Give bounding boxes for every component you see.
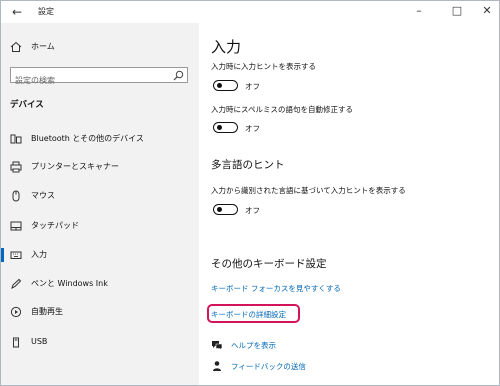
section-heading-devices: デバイス [10, 100, 44, 110]
sidebar-item-touchpad[interactable]: タッチパッド [1, 216, 199, 236]
search-box[interactable] [10, 67, 188, 88]
sidebar-item-usb[interactable]: USB [1, 333, 199, 353]
toggle-state-label: オフ [245, 82, 260, 91]
page-title: 入力 [211, 38, 242, 56]
feedback-icon [213, 361, 221, 371]
sidebar-item-label: 入力 [31, 250, 47, 259]
keyboard-icon [9, 248, 23, 262]
autoplay-icon [9, 305, 23, 319]
title-bar: ← 設定 – □ ✕ [1, 1, 499, 23]
toggle-knob [217, 83, 222, 88]
sidebar-item-label: 自動再生 [31, 307, 63, 316]
bluetooth-devices-icon [9, 132, 23, 146]
search-input[interactable] [11, 73, 161, 88]
touchpad-icon [9, 219, 23, 233]
sidebar-item-printers[interactable]: プリンターとスキャナー [1, 157, 199, 177]
help-icon [212, 341, 223, 351]
sidebar-item-label: Bluetooth とその他のデバイス [31, 134, 144, 143]
minimize-icon[interactable]: – [411, 4, 427, 18]
toggle-autocorrect[interactable] [213, 122, 238, 133]
feedback-label: フィードバックの送信 [231, 362, 306, 371]
toggle-typing-hints[interactable] [213, 80, 238, 91]
toggle-knob [217, 125, 222, 130]
sidebar-item-mouse[interactable]: マウス [1, 186, 199, 206]
sidebar-item-typing[interactable]: 入力 [1, 245, 199, 265]
sidebar-item-label: ペンと Windows Ink [31, 279, 108, 288]
option-label-autocorrect: 入力時にスペルミスの語句を自動修正する [211, 105, 353, 114]
sidebar-item-autoplay[interactable]: 自動再生 [1, 302, 199, 322]
window-title: 設定 [38, 7, 54, 16]
back-arrow-icon[interactable]: ← [9, 5, 25, 19]
toggle-state-label: オフ [245, 124, 260, 133]
sidebar-item-home[interactable]: ホーム [1, 37, 199, 57]
main-content: 入力 入力時に入力ヒントを表示する オフ 入力時にスペルミスの語句を自動修正する… [199, 23, 499, 385]
toggle-knob [217, 207, 222, 212]
maximize-icon[interactable]: □ [449, 4, 465, 18]
printer-icon [9, 160, 23, 174]
search-icon[interactable] [173, 70, 184, 81]
home-icon [9, 40, 23, 54]
sidebar-item-label: USB [31, 337, 48, 346]
usb-icon [9, 336, 23, 350]
sidebar-item-bluetooth[interactable]: Bluetooth とその他のデバイス [1, 129, 199, 149]
option-label-multilingual: 入力から識別された言語に基づいて入力ヒントを表示する [211, 186, 406, 195]
pen-icon [9, 277, 23, 291]
sidebar: ホーム デバイス Bluetooth とその他のデバイス プリンターとスキャナー… [1, 23, 199, 385]
toggle-multilingual[interactable] [213, 204, 238, 215]
settings-window: ← 設定 – □ ✕ ホーム デバイス Bluetooth とその他のデバイス [0, 0, 500, 386]
sidebar-item-label: プリンターとスキャナー [31, 162, 119, 171]
help-label: ヘルプを表示 [231, 341, 276, 350]
toggle-state-label: オフ [245, 206, 260, 215]
sidebar-item-pen[interactable]: ペンと Windows Ink [1, 274, 199, 294]
close-icon[interactable]: ✕ [479, 4, 495, 18]
link-keyboard-focus[interactable]: キーボード フォーカスを見やすくする [211, 283, 341, 294]
option-label-typing-hints: 入力時に入力ヒントを表示する [211, 62, 316, 71]
heading-more-keyboard-settings: その他のキーボード設定 [211, 258, 327, 270]
sidebar-item-label: ホーム [31, 42, 55, 51]
sidebar-item-label: タッチパッド [31, 221, 79, 230]
heading-multilingual: 多言語のヒント [211, 159, 285, 171]
link-advanced-keyboard-settings[interactable]: キーボードの詳細設定 [211, 309, 286, 320]
sidebar-item-label: マウス [31, 191, 55, 200]
mouse-icon [9, 189, 23, 203]
